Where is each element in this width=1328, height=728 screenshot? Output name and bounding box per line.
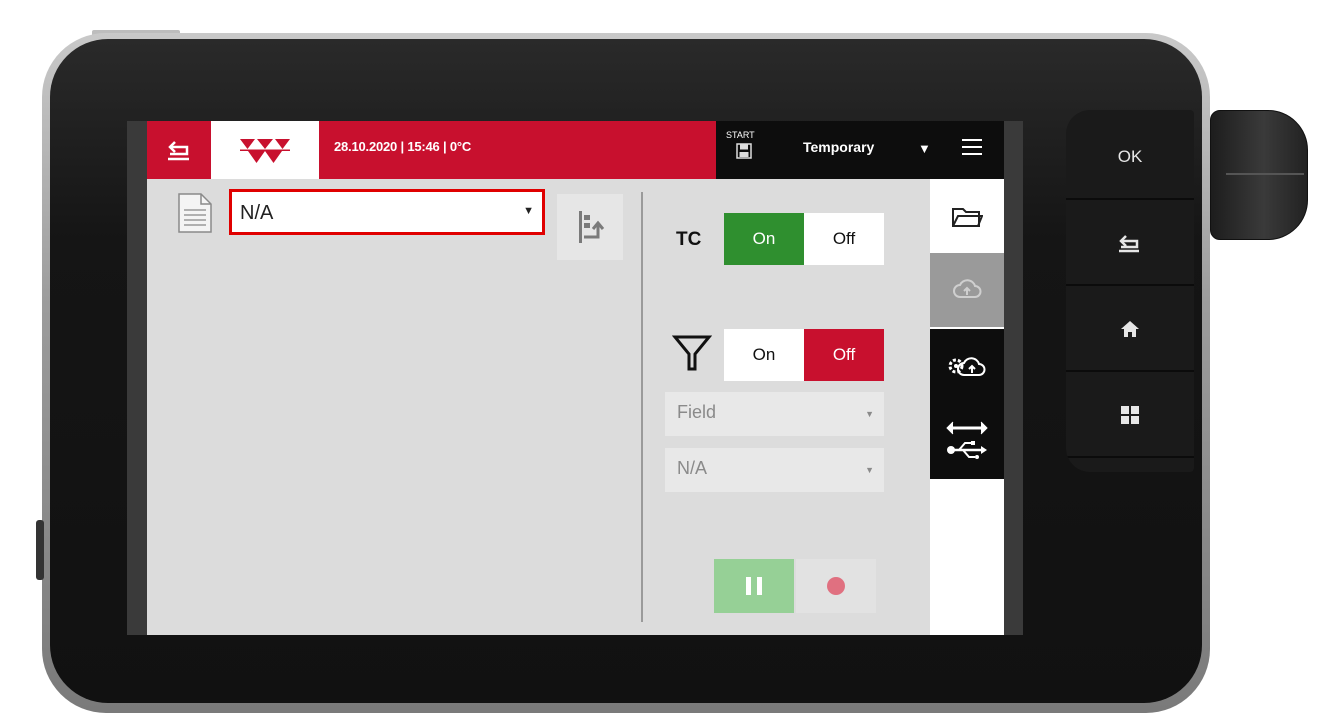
- hardware-key-panel: OK: [1066, 110, 1194, 472]
- usb-icon: [947, 441, 987, 459]
- open-folder-button[interactable]: [930, 190, 1004, 244]
- apps-key[interactable]: [1066, 374, 1194, 458]
- panel-divider: [641, 192, 643, 622]
- filter-value-dropdown[interactable]: N/A ▼: [665, 448, 884, 492]
- tc-label: TC: [676, 229, 702, 250]
- caret-down-icon: ▼: [523, 205, 534, 217]
- cloud-settings-button[interactable]: [930, 329, 1004, 403]
- home-key[interactable]: [1066, 288, 1194, 372]
- task-select[interactable]: N/A ▼: [229, 189, 545, 235]
- start-logging-button[interactable]: START: [726, 130, 770, 172]
- profile-selector-label[interactable]: Temporary: [803, 139, 874, 155]
- record-button[interactable]: [796, 559, 876, 613]
- start-label: START: [726, 130, 755, 140]
- folder-icon: [952, 208, 983, 227]
- document-icon: [177, 192, 213, 234]
- back-arrow-icon: [1119, 235, 1139, 253]
- home-icon: [1121, 321, 1139, 337]
- usb-transfer-button[interactable]: [930, 403, 1004, 479]
- tc-off-option[interactable]: Off: [804, 213, 884, 265]
- tc-on-option[interactable]: On: [724, 213, 804, 265]
- date-time-temperature: 28.10.2020 | 15:46 | 0°C: [334, 139, 472, 154]
- back-arrow-icon: [168, 141, 189, 161]
- filter-icon: [671, 334, 713, 372]
- cloud-upload-icon: [953, 279, 982, 298]
- rotary-knob[interactable]: [1210, 110, 1308, 240]
- side-button: [36, 520, 44, 580]
- record-dot-icon: [827, 577, 845, 595]
- ok-key-label: OK: [1117, 147, 1143, 166]
- task-select-value: N/A: [240, 202, 274, 224]
- caret-down-icon: ▼: [865, 409, 874, 419]
- double-arrow-icon: [946, 421, 988, 435]
- brand-logo[interactable]: [211, 121, 319, 179]
- back-key[interactable]: [1066, 202, 1194, 286]
- cloud-upload-button[interactable]: [930, 253, 1004, 327]
- hamburger-menu-icon[interactable]: [962, 139, 982, 157]
- filter-off-option[interactable]: Off: [804, 329, 884, 381]
- pause-button[interactable]: [714, 559, 794, 613]
- route-arrow-icon: [579, 211, 605, 243]
- knob-groove: [1226, 173, 1304, 175]
- grid-icon: [1121, 406, 1139, 424]
- save-icon: [736, 143, 752, 159]
- triple-triangle-logo-icon: [240, 139, 290, 163]
- tc-toggle[interactable]: On Off: [724, 213, 884, 265]
- filter-toggle[interactable]: On Off: [724, 329, 884, 381]
- caret-down-icon: ▼: [865, 465, 874, 475]
- route-sequence-button[interactable]: [557, 194, 623, 260]
- screen-edge-right: [1004, 121, 1023, 635]
- ok-key[interactable]: OK: [1066, 116, 1194, 200]
- filter-type-value: Field: [677, 402, 717, 422]
- filter-value-value: N/A: [677, 458, 708, 478]
- filter-type-dropdown[interactable]: Field ▼: [665, 392, 884, 436]
- caret-down-icon[interactable]: ▼: [918, 141, 931, 156]
- filter-on-option[interactable]: On: [724, 329, 804, 381]
- gear-cloud-icon: [948, 357, 986, 376]
- screen-edge-left: [127, 121, 147, 635]
- back-button[interactable]: [147, 121, 211, 179]
